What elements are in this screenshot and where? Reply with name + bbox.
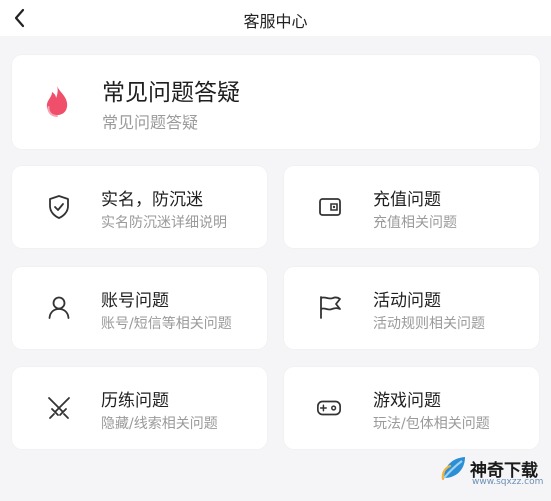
top-bar: 客服中心	[0, 0, 551, 36]
faq-card[interactable]	[12, 55, 540, 149]
category-card-game[interactable]: 游戏问题 玩法/包体相关问题	[284, 367, 539, 449]
category-title: 历练问题	[101, 391, 169, 411]
category-card-account[interactable]: 账号问题 账号/短信等相关问题	[12, 267, 267, 349]
gamepad-icon	[316, 395, 342, 421]
flag-icon	[317, 294, 343, 320]
category-subtitle: 隐藏/线索相关问题	[101, 416, 218, 432]
category-card-activity[interactable]: 活动问题 活动规则相关问题	[284, 267, 539, 349]
category-card-realname[interactable]: 实名，防沉迷 实名防沉迷详细说明	[12, 166, 267, 248]
flame-icon	[42, 83, 72, 121]
category-title: 游戏问题	[373, 391, 441, 411]
shield-check-icon	[46, 194, 72, 220]
category-subtitle: 实名防沉迷详细说明	[101, 215, 227, 231]
category-card-training[interactable]: 历练问题 隐藏/线索相关问题	[12, 367, 267, 449]
category-card-recharge[interactable]: 充值问题 充值相关问题	[284, 166, 539, 248]
faq-subtitle: 常见问题答疑	[102, 113, 199, 132]
crossed-swords-icon	[46, 395, 72, 421]
page-title: 客服中心	[243, 12, 308, 31]
category-subtitle: 活动规则相关问题	[373, 316, 485, 332]
category-subtitle: 充值相关问题	[373, 215, 457, 231]
watermark-url: www.sqxzz.com	[472, 477, 544, 487]
category-title: 账号问题	[101, 291, 169, 311]
category-title: 充值问题	[373, 190, 441, 210]
faq-title: 常见问题答疑	[102, 80, 240, 106]
category-subtitle: 玩法/包体相关问题	[373, 416, 490, 432]
user-icon	[46, 294, 72, 320]
site-watermark: 神奇下载 www.sqxzz.com	[440, 448, 546, 494]
category-title: 活动问题	[373, 291, 441, 311]
leaf-logo-icon	[440, 454, 468, 486]
category-title: 实名，防沉迷	[101, 190, 203, 210]
wallet-icon	[317, 194, 343, 220]
category-subtitle: 账号/短信等相关问题	[101, 316, 232, 332]
